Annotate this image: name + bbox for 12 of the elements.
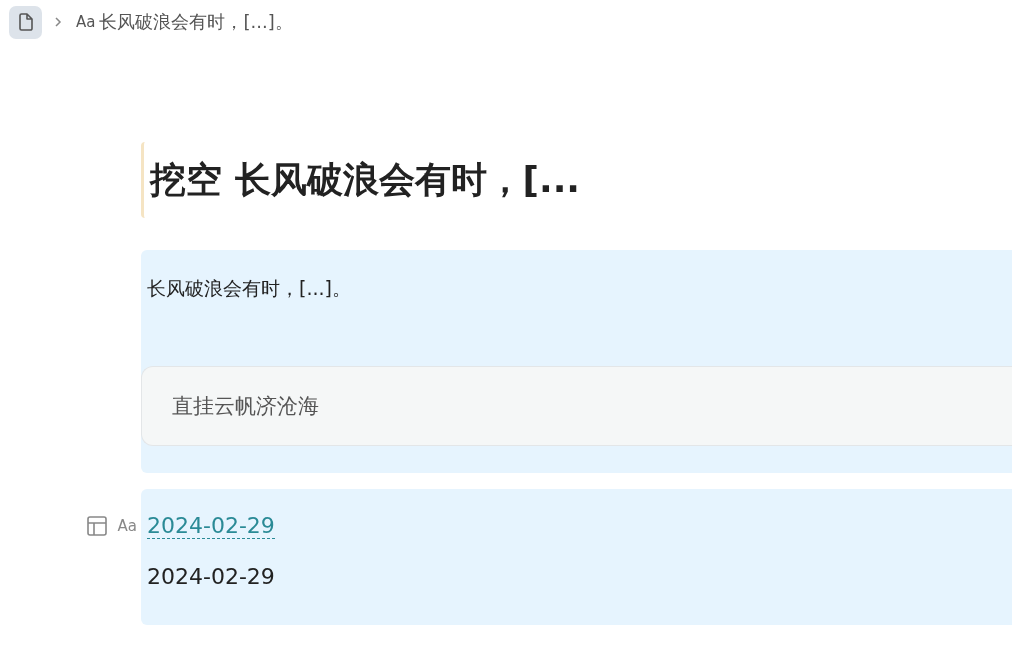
layout-icon[interactable] — [85, 515, 108, 537]
answer-text: 直挂云帆济沧海 — [172, 393, 319, 420]
date-text: 2024-02-29 — [147, 564, 276, 589]
block-text: 长风破浪会有时，[...]。 — [146, 276, 352, 301]
page-title: 挖空 长风破浪会有时，[... — [141, 142, 1012, 218]
type-label: Aa — [117, 517, 137, 535]
type-label: Aa — [76, 13, 96, 31]
date-link[interactable]: 2024-02-29 — [147, 513, 275, 539]
breadcrumb-title[interactable]: 长风破浪会有时，[...]。 — [99, 10, 293, 34]
document-icon — [17, 13, 34, 31]
document-button[interactable] — [9, 5, 42, 39]
chevron-icon — [54, 16, 62, 28]
